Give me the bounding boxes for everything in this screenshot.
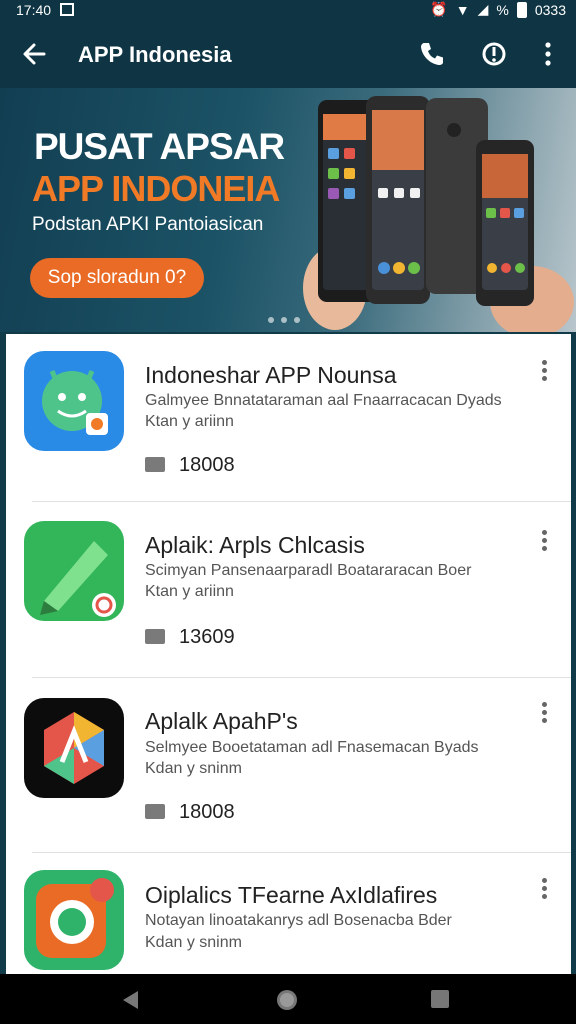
carousel-indicator[interactable] [268,317,300,323]
nav-home-icon[interactable] [276,989,298,1011]
banner-headline: PUSAT APSAR [34,126,285,167]
divider [32,852,571,853]
banner-headline-accent: APP INDONEIA [32,168,280,209]
pencil-app-icon [24,521,124,621]
app-bar: APP Indonesia [0,22,576,88]
divider [32,501,571,502]
phones-illustration [303,96,574,332]
more-options-icon[interactable] [540,878,548,904]
app-name: Indoneshar APP Nounsa [145,362,397,388]
alert-icon[interactable] [478,38,510,70]
app-subtitle: Ktan y ariinn [145,413,234,430]
more-options-icon[interactable] [540,530,548,556]
system-nav-bar [0,974,576,1024]
phone-app-icon [24,870,124,970]
app-subtitle: Kdan y sninm [145,760,242,777]
app-description: Notayan linoatakanrys adl Bosenacba Bder [145,912,452,929]
hexagon-app-icon [24,698,124,798]
signal-icon: ◢ [477,1,489,17]
battery-icon [516,1,527,18]
status-time: 17:40 [16,2,52,18]
data-saver-icon: % [496,1,509,18]
app-description: Selmyee Booetataman adl Fnasemacan Byads [145,739,479,756]
banner-cta-button[interactable]: Sop sloradun 0? [30,258,204,298]
app-description: Scimyan Pansenaarparadl Boatararacan Boe… [145,562,472,579]
folder-icon [145,457,165,472]
app-subtitle: Ktan y ariinn [145,583,234,600]
page-title: APP Indonesia [78,42,232,67]
nav-recents-icon[interactable] [430,989,450,1009]
more-options-icon[interactable] [540,702,548,728]
gallery-notification-icon [60,3,74,16]
divider [32,677,571,678]
app-count: 18008 [145,801,235,824]
more-options-icon[interactable] [540,360,548,386]
app-name: Aplaik: Arpls Chlcasis [145,532,365,558]
status-icons: ⏰ ▼ ◢ % 0333 [430,1,566,18]
app-list: Indoneshar APP Nounsa Galmyee Bnnatatara… [6,334,571,974]
status-bar: 17:40 ⏰ ▼ ◢ % 0333 [0,0,576,22]
app-count: 13609 [145,626,235,649]
battery-text: 0333 [534,1,566,18]
promo-banner[interactable]: PUSAT APSAR APP INDONEIA Podstan APKI Pa… [0,88,576,332]
list-item[interactable]: Oiplalics TFearne AxIdlafires Notayan li… [6,854,571,974]
list-item[interactable]: Aplaik: Arpls Chlcasis Scimyan Pansenaar… [6,504,571,674]
app-subtitle: Kdan y sninm [145,934,242,951]
folder-icon [145,804,165,819]
list-item[interactable]: Aplalk ApahP's Selmyee Booetataman adl F… [6,680,571,850]
app-description: Galmyee Bnnatataraman aal Fnaarracacan D… [145,392,502,409]
folder-icon [145,629,165,644]
app-name: Oiplalics TFearne AxIdlafires [145,882,438,908]
android-app-icon [24,351,124,451]
phone-icon[interactable] [416,38,448,70]
overflow-menu-icon[interactable] [532,38,564,70]
banner-subtitle: Podstan APKI Pantoiasican [32,214,264,235]
back-arrow-icon[interactable] [18,38,50,70]
app-count: 18008 [145,454,235,477]
list-item[interactable]: Indoneshar APP Nounsa Galmyee Bnnatatara… [6,334,571,504]
alarm-icon: ⏰ [430,1,448,17]
app-name: Aplalk ApahP's [145,708,298,734]
nav-back-icon[interactable] [120,989,142,1011]
wifi-icon: ▼ [455,1,470,18]
